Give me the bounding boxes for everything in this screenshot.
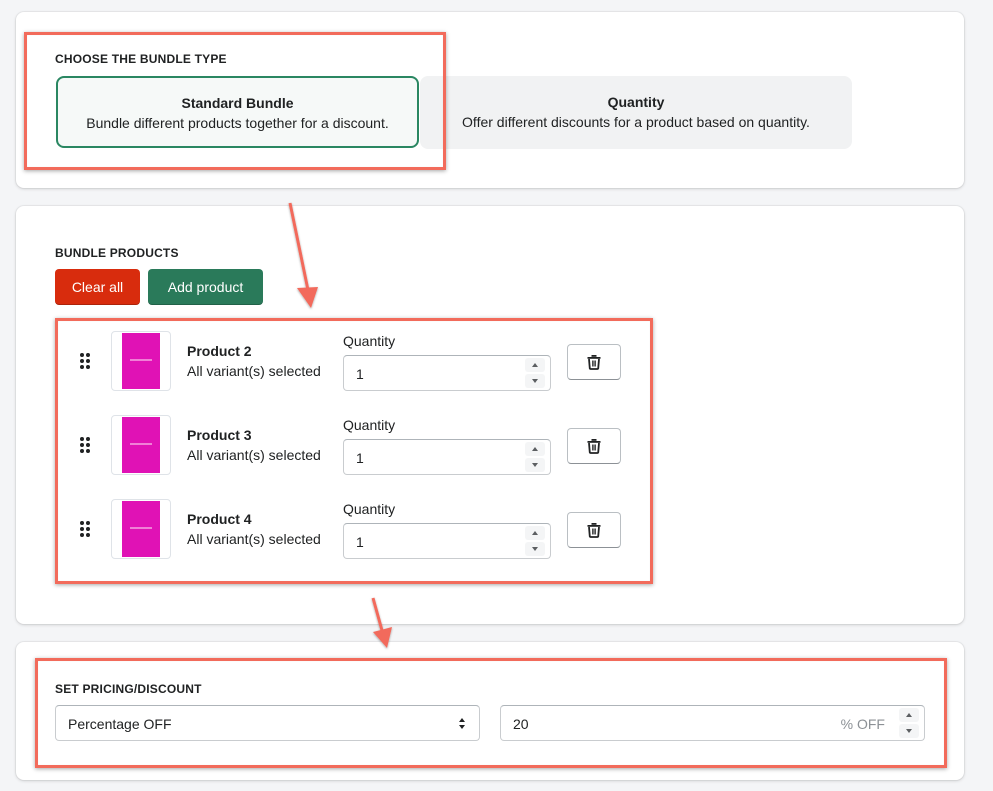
add-product-button[interactable]: Add product [148, 269, 263, 305]
highlight-box-products [55, 318, 653, 584]
highlight-box-bundle-type [24, 32, 446, 170]
highlight-box-pricing [35, 658, 947, 768]
bundle-products-heading: BUNDLE PRODUCTS [55, 246, 179, 260]
quantity-bundle-description: Offer different discounts for a product … [462, 114, 810, 130]
quantity-bundle-option[interactable]: Quantity Offer different discounts for a… [420, 76, 852, 149]
clear-all-button[interactable]: Clear all [55, 269, 140, 305]
quantity-bundle-title: Quantity [607, 94, 665, 110]
